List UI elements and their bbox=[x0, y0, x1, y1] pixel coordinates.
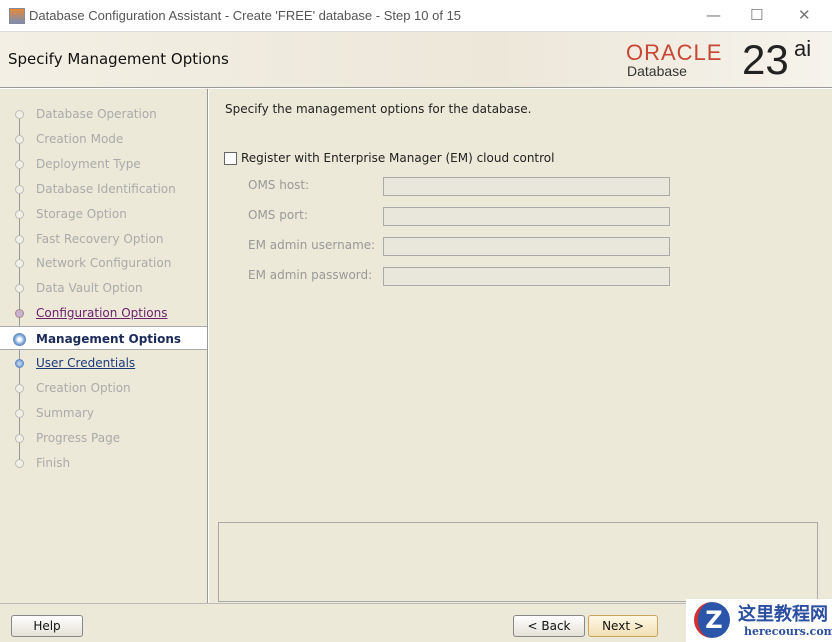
em-username-input[interactable] bbox=[383, 237, 670, 256]
step-dot-icon bbox=[15, 159, 24, 169]
oms-host-input[interactable] bbox=[383, 177, 670, 196]
step-label: Finish bbox=[36, 455, 71, 470]
step-item: Data Vault Option bbox=[0, 276, 207, 300]
watermark-logo: Z bbox=[694, 602, 730, 638]
step-item: Storage Option bbox=[0, 202, 207, 226]
step-label: Fast Recovery Option bbox=[36, 231, 164, 246]
step-dot-icon bbox=[15, 383, 24, 393]
step-label: Database Identification bbox=[36, 181, 176, 196]
next-button[interactable]: Next > bbox=[588, 615, 658, 637]
message-area bbox=[218, 522, 818, 602]
step-label: Configuration Options bbox=[36, 306, 168, 321]
step-dot-icon bbox=[15, 110, 24, 119]
register-em-label: Register with Enterprise Manager (EM) cl… bbox=[241, 151, 555, 165]
steps-sidebar: Database Operation Creation Mode Deploymen… bbox=[0, 89, 208, 603]
checkbox-box[interactable] bbox=[224, 151, 237, 165]
minimize-button[interactable]: — bbox=[706, 6, 721, 24]
step-item: Progress Page bbox=[0, 426, 207, 450]
step-item: Creation Mode bbox=[0, 127, 207, 151]
watermark: Z 这里教程网 herecours.com bbox=[686, 599, 832, 642]
step-label: Data Vault Option bbox=[36, 281, 143, 296]
step-item[interactable]: Configuration Options bbox=[0, 301, 207, 325]
step-dot-icon bbox=[15, 184, 24, 194]
step-label: Storage Option bbox=[36, 206, 127, 221]
register-em-checkbox[interactable]: Register with Enterprise Manager (EM) cl… bbox=[224, 151, 554, 165]
step-dot-icon bbox=[15, 433, 24, 443]
step-dot-icon bbox=[15, 284, 24, 294]
step-label: Progress Page bbox=[36, 430, 121, 445]
step-dot-icon bbox=[15, 259, 24, 269]
step-label: Network Configuration bbox=[36, 256, 172, 271]
close-button[interactable]: ✕ bbox=[798, 6, 811, 24]
em-password-label: EM admin password: bbox=[248, 268, 373, 282]
step-dot-icon bbox=[15, 458, 24, 468]
step-dot-icon bbox=[15, 408, 24, 418]
page-header: Specify Management Options ORACLE Databa… bbox=[0, 32, 832, 88]
step-item: Summary bbox=[0, 401, 207, 425]
back-button[interactable]: < Back bbox=[513, 615, 585, 637]
title-bar: Database Configuration Assistant - Creat… bbox=[0, 0, 832, 32]
watermark-en: herecours.com bbox=[744, 625, 832, 638]
oms-host-label: OMS host: bbox=[248, 178, 310, 192]
step-dot-icon bbox=[15, 359, 24, 368]
em-username-label: EM admin username: bbox=[248, 238, 376, 252]
logo-product: Database bbox=[627, 63, 687, 79]
step-item: Creation Option bbox=[0, 376, 207, 400]
step-item: Management Options bbox=[0, 326, 207, 351]
step-label: Summary bbox=[36, 405, 94, 420]
main-panel: Specify the management options for the d… bbox=[209, 89, 832, 603]
oms-port-input[interactable] bbox=[383, 207, 670, 226]
step-item: Deployment Type bbox=[0, 152, 207, 176]
step-item: Network Configuration bbox=[0, 251, 207, 275]
step-dot-icon bbox=[15, 134, 24, 144]
watermark-cn: 这里教程网 bbox=[738, 604, 828, 625]
step-label: Deployment Type bbox=[36, 156, 141, 171]
step-item: Finish bbox=[0, 451, 207, 475]
step-label: Creation Option bbox=[36, 380, 131, 395]
step-label: Creation Mode bbox=[36, 131, 124, 146]
step-label: User Credentials bbox=[36, 356, 136, 370]
oracle-logo: ORACLE Database 23 ai bbox=[626, 36, 826, 84]
step-item: Fast Recovery Option bbox=[0, 227, 207, 251]
step-label: Management Options bbox=[36, 332, 182, 347]
step-item[interactable]: User Credentials bbox=[0, 351, 207, 375]
page-title: Specify Management Options bbox=[8, 50, 229, 68]
step-label: Database Operation bbox=[36, 107, 157, 121]
logo-suffix: ai bbox=[794, 36, 812, 61]
step-dot-icon bbox=[15, 209, 24, 219]
step-item: Database Identification bbox=[0, 177, 207, 201]
step-dot-icon bbox=[15, 234, 24, 244]
oms-port-label: OMS port: bbox=[248, 208, 308, 222]
maximize-button[interactable]: ☐ bbox=[750, 6, 763, 24]
logo-version: 23 bbox=[742, 36, 789, 83]
app-icon bbox=[9, 8, 25, 24]
step-dot-icon bbox=[15, 309, 24, 319]
step-dot-icon bbox=[13, 333, 26, 347]
em-password-input[interactable] bbox=[383, 267, 670, 286]
help-button[interactable]: Help bbox=[11, 615, 83, 637]
step-item: Database Operation bbox=[0, 102, 207, 126]
window-title: Database Configuration Assistant - Creat… bbox=[29, 8, 462, 23]
intro-text: Specify the management options for the d… bbox=[225, 102, 532, 116]
